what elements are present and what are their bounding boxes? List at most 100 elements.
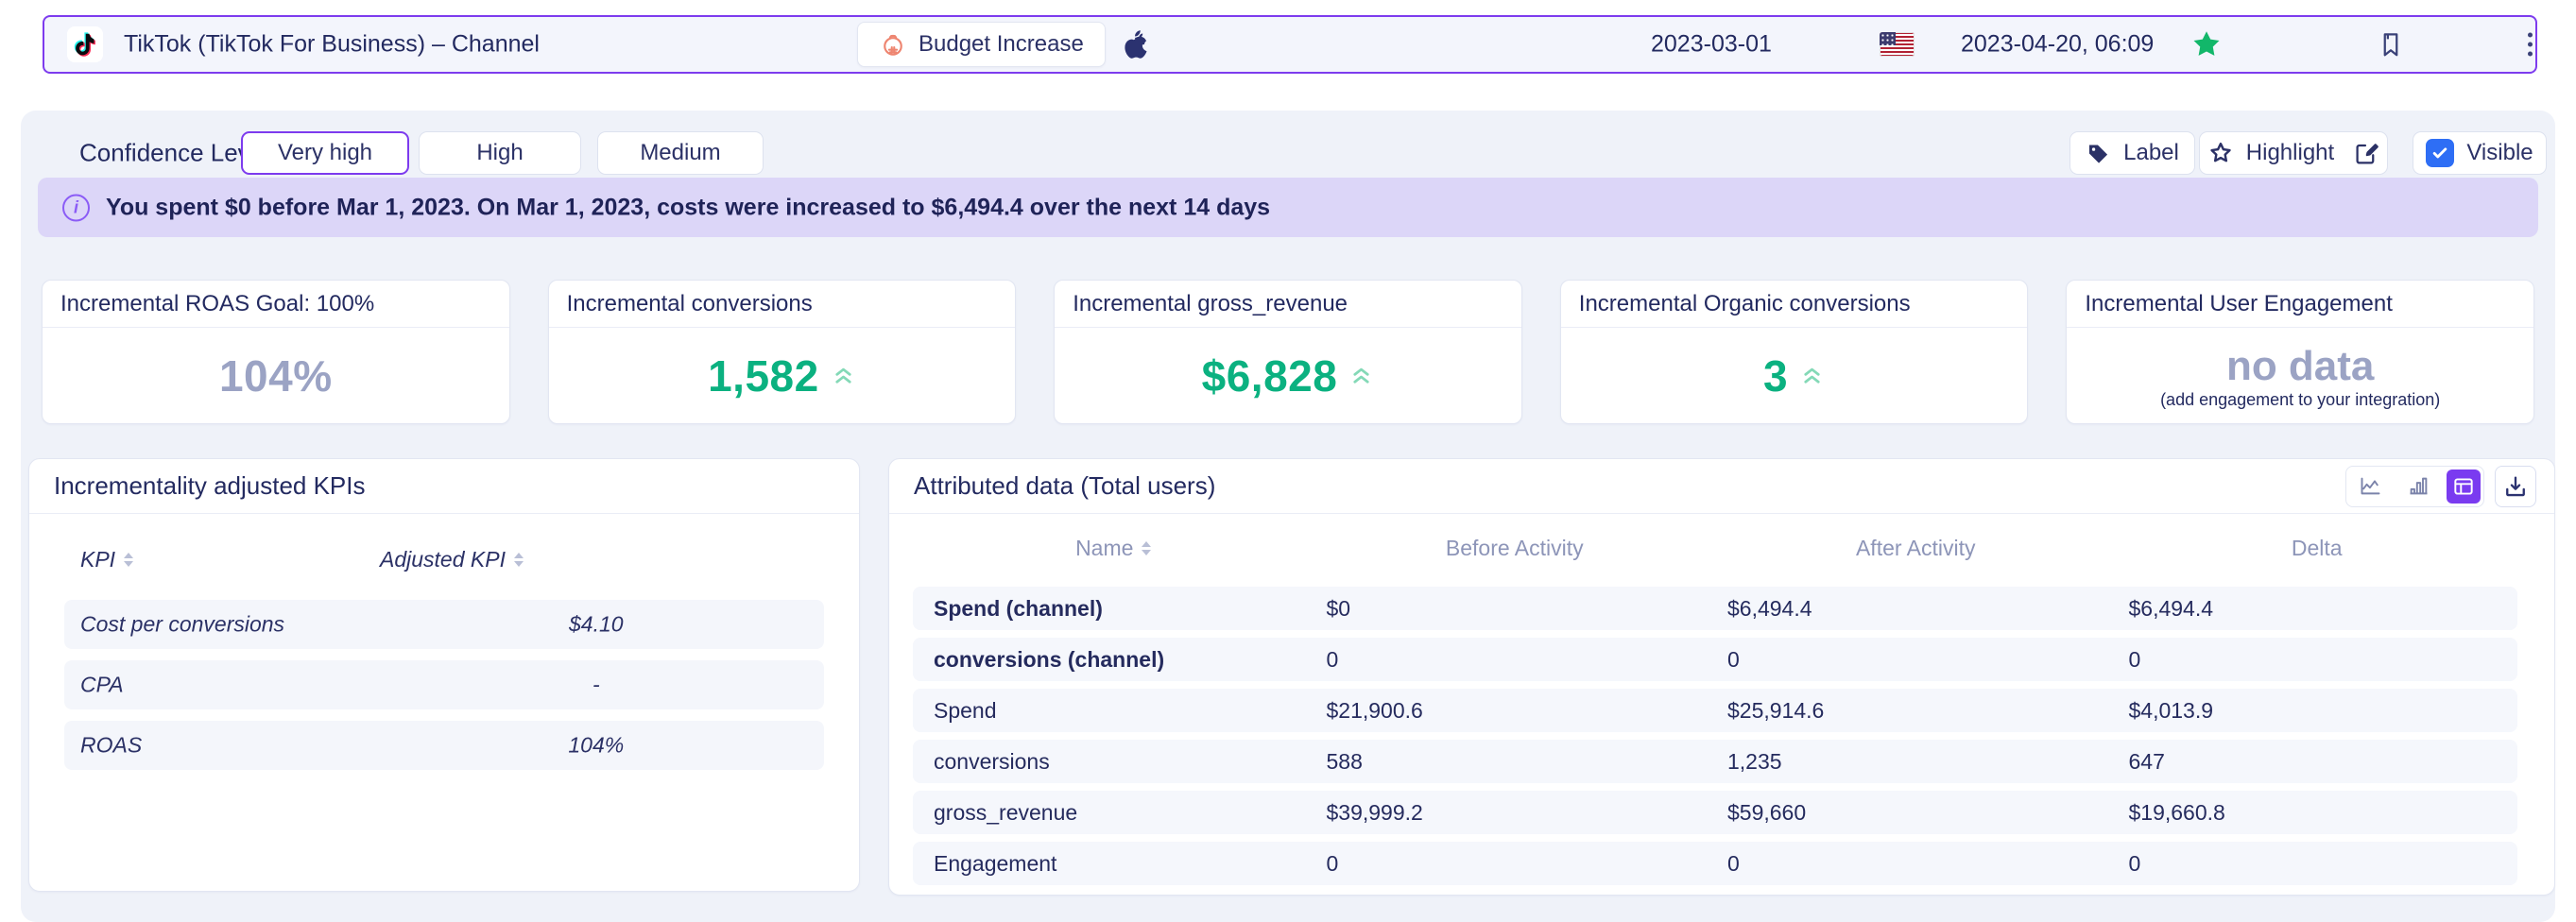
kpi-adjusted-value: 104% <box>444 733 748 759</box>
kpi-card-organic-conversions: Incremental Organic conversions 3 <box>1560 280 2029 424</box>
after-activity-value: $6,494.4 <box>1715 596 2117 622</box>
confidence-very-high-label: Very high <box>278 140 372 166</box>
budget-increase-button[interactable]: Budget Increase <box>857 22 1106 67</box>
after-activity-value: $25,914.6 <box>1715 698 2117 724</box>
apple-icon <box>1117 26 1153 62</box>
before-activity-value: $39,999.2 <box>1314 800 1716 826</box>
kpi-name: Cost per conversions <box>80 612 284 638</box>
attributed-table-header: Name Before Activity After Activity Delt… <box>913 534 2517 562</box>
kpi-adjusted-value: $4.10 <box>444 612 748 638</box>
after-activity-value: 1,235 <box>1715 749 2117 775</box>
kpi-card-user-engagement: Incremental User Engagement no data (add… <box>2066 280 2534 424</box>
table-row: Spend $21,900.6 $25,914.6 $4,013.9 <box>913 689 2517 732</box>
table-row: ROAS 104% <box>64 721 824 770</box>
double-chevron-up-icon <box>1348 361 1374 390</box>
metric-name: conversions (channel) <box>913 647 1314 673</box>
visible-toggle[interactable]: Visible <box>2413 131 2547 175</box>
sort-icon <box>1142 541 1151 555</box>
budget-increase-label: Budget Increase <box>919 31 1084 58</box>
table-row: Cost per conversions $4.10 <box>64 600 824 649</box>
highlight-button[interactable]: Highlight <box>2199 131 2388 175</box>
confidence-high-button[interactable]: High <box>419 131 581 175</box>
checkbox-checked-icon[interactable] <box>2426 139 2454 167</box>
label-button-text: Label <box>2123 140 2179 166</box>
kpi-card-value: no data <box>2226 346 2374 387</box>
kpi-card-title: Incremental User Engagement <box>2067 281 2533 328</box>
spend-info-text: You spent $0 before Mar 1, 2023. On Mar … <box>106 194 1270 221</box>
delta-value: $19,660.8 <box>2117 800 2518 826</box>
adjusted-kpis-panel: Incrementality adjusted KPIs KPI Adjuste… <box>28 458 860 892</box>
table-row: Engagement 0 0 0 <box>913 842 2517 885</box>
confidence-medium-button[interactable]: Medium <box>597 131 764 175</box>
kpi-card-value: 3 <box>1763 350 1788 401</box>
bookmark-icon[interactable] <box>2377 30 2405 59</box>
piggy-bank-icon <box>879 30 907 59</box>
kpi-card-value: 104% <box>219 350 333 401</box>
kpi-adjusted-value: - <box>444 673 748 698</box>
favorite-star-icon[interactable] <box>2190 27 2224 61</box>
highlight-button-text: Highlight <box>2246 140 2334 166</box>
sort-icon <box>514 553 524 567</box>
activity-topbar: TikTok (TikTok For Business) – Channel B… <box>43 15 2537 74</box>
double-chevron-up-icon <box>1799 361 1825 390</box>
delta-value: $6,494.4 <box>2117 596 2518 622</box>
kpi-card-value: 1,582 <box>708 350 819 401</box>
metric-name: conversions <box>913 749 1314 775</box>
kpi-name: CPA <box>80 673 124 698</box>
table-row: gross_revenue $39,999.2 $59,660 $19,660.… <box>913 791 2517 834</box>
confidence-very-high-button[interactable]: Very high <box>241 131 409 175</box>
spend-info-banner: i You spent $0 before Mar 1, 2023. On Ma… <box>38 178 2538 237</box>
table-row: conversions (channel) 0 0 0 <box>913 638 2517 681</box>
confidence-row: Confidence Level: Very high High Medium … <box>21 123 2555 183</box>
table-row: Spend (channel) $0 $6,494.4 $6,494.4 <box>913 587 2517 630</box>
table-view-icon[interactable] <box>2447 470 2481 504</box>
metric-name: gross_revenue <box>913 800 1314 826</box>
activity-title: TikTok (TikTok For Business) – Channel <box>124 31 540 59</box>
delta-value: 0 <box>2117 851 2518 877</box>
before-activity-value: 588 <box>1314 749 1716 775</box>
metric-name: Spend <box>913 698 1314 724</box>
visible-label: Visible <box>2466 140 2533 166</box>
kpi-card-title: Incremental gross_revenue <box>1055 281 1521 328</box>
before-activity-value: 0 <box>1314 647 1716 673</box>
report-sheet: Confidence Level: Very high High Medium … <box>21 111 2555 922</box>
line-chart-icon[interactable] <box>2350 468 2392 505</box>
adjusted-kpis-header: KPI Adjusted KPI <box>29 547 859 575</box>
bar-chart-icon[interactable] <box>2398 468 2440 505</box>
metric-name: Engagement <box>913 851 1314 877</box>
table-row: CPA - <box>64 660 824 709</box>
column-header-after-activity: After Activity <box>1715 536 2117 561</box>
kpi-card-value: $6,828 <box>1202 350 1338 401</box>
tiktok-icon <box>67 26 103 62</box>
attributed-data-title: Attributed data (Total users) <box>914 471 1215 501</box>
kpi-cards-row: Incremental ROAS Goal: 100% 104% Increme… <box>42 280 2534 424</box>
column-header-delta: Delta <box>2117 536 2518 561</box>
column-header-name[interactable]: Name <box>913 536 1314 561</box>
delta-value: 0 <box>2117 647 2518 673</box>
kpi-card-conversions: Incremental conversions 1,582 <box>548 280 1017 424</box>
confidence-high-label: High <box>476 140 523 166</box>
kpi-card-gross-revenue: Incremental gross_revenue $6,828 <box>1054 280 1522 424</box>
kpi-card-title: Incremental ROAS Goal: 100% <box>43 281 509 328</box>
edit-icon[interactable] <box>2354 141 2379 166</box>
info-circle-icon: i <box>62 194 90 221</box>
kpi-card-note: (add engagement to your integration) <box>2160 390 2440 410</box>
kpi-name: ROAS <box>80 733 142 759</box>
after-activity-value: 0 <box>1715 647 2117 673</box>
after-activity-value: 0 <box>1715 851 2117 877</box>
kebab-menu-icon[interactable] <box>2524 29 2536 60</box>
start-date: 2023-03-01 <box>1651 31 1772 59</box>
end-date: 2023-04-20, 06:09 <box>1961 31 2154 59</box>
delta-value: 647 <box>2117 749 2518 775</box>
tag-icon <box>2086 141 2111 166</box>
double-chevron-up-icon <box>831 361 856 390</box>
download-icon[interactable] <box>2495 466 2536 507</box>
column-header-before-activity: Before Activity <box>1314 536 1716 561</box>
kpi-card-title: Incremental Organic conversions <box>1561 281 2028 328</box>
view-switcher <box>2345 466 2484 507</box>
column-header-kpi[interactable]: KPI <box>80 547 133 572</box>
column-header-adjusted-kpi[interactable]: Adjusted KPI <box>380 547 524 572</box>
before-activity-value: 0 <box>1314 851 1716 877</box>
table-row: conversions 588 1,235 647 <box>913 740 2517 783</box>
label-button[interactable]: Label <box>2069 131 2195 175</box>
